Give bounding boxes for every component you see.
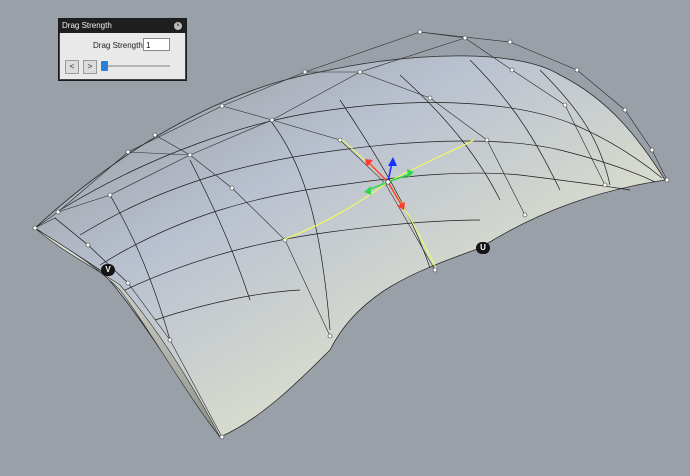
slider-thumb[interactable] (101, 61, 108, 71)
nurbs-surface[interactable] (34, 55, 666, 438)
increase-button[interactable]: > (83, 60, 97, 74)
panel-title: Drag Strength (62, 21, 112, 30)
drag-strength-panel: Drag Strength × Drag Strength: 1 < > (58, 18, 187, 81)
u-direction-label: U (476, 242, 490, 254)
strength-slider[interactable] (101, 65, 170, 67)
strength-input[interactable]: 1 (143, 38, 170, 51)
strength-label: Drag Strength: (93, 41, 146, 50)
decrease-button[interactable]: < (65, 60, 79, 74)
v-direction-label: V (101, 264, 115, 276)
close-icon[interactable]: × (174, 22, 182, 30)
panel-title-bar[interactable]: Drag Strength × (59, 19, 186, 33)
